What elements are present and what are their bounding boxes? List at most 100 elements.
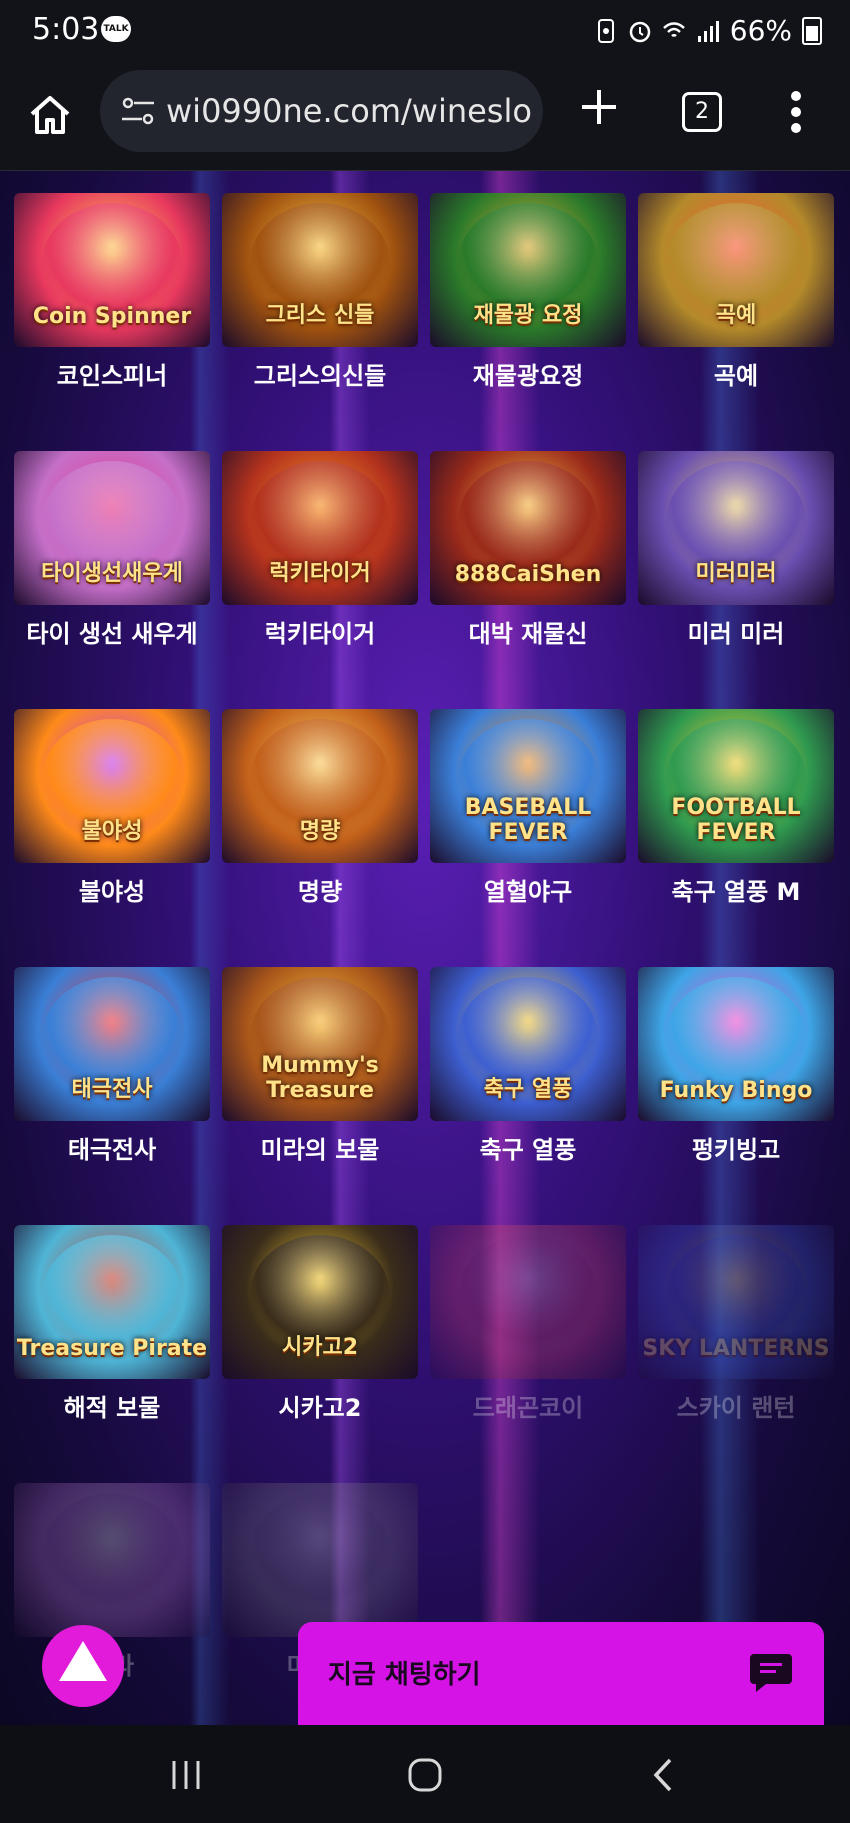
game-logo-text: 888CaiShen: [454, 562, 602, 587]
back-icon[interactable]: [644, 1755, 684, 1795]
game-title: 타이 생선 새우게: [26, 620, 198, 648]
url-text[interactable]: wi0990ne.com/wineslot: [166, 92, 532, 130]
battery-percent: 66%: [729, 14, 792, 47]
game-title: 불야성: [78, 878, 146, 906]
game-tile[interactable]: 태극전사 태극전사: [14, 967, 210, 1167]
chat-label: 지금 채팅하기: [328, 1660, 481, 1690]
game-title: 대박 재물신: [468, 620, 588, 648]
game-tile[interactable]: 축구 열풍 축구 열풍: [430, 967, 626, 1167]
game-title: 곡예: [713, 362, 759, 390]
alarm-icon: [629, 21, 651, 42]
game-title: 코인스피너: [56, 362, 168, 390]
new-tab-icon[interactable]: [578, 86, 620, 128]
game-thumbnail[interactable]: 축구 열풍: [430, 967, 626, 1121]
address-bar[interactable]: wi0990ne.com/wineslot: [100, 70, 543, 152]
game-title: 시카고2: [278, 1394, 362, 1422]
tab-switcher-button[interactable]: 2: [682, 92, 722, 132]
sync-icon: [597, 18, 614, 43]
game-thumbnail[interactable]: 명량: [222, 709, 418, 863]
game-title: 재물광요정: [472, 362, 584, 390]
game-thumbnail[interactable]: Funky Bingo: [638, 967, 834, 1121]
game-logo-text: 불야성: [81, 819, 143, 844]
game-logo-text: 축구 열풍: [483, 1077, 573, 1102]
recent-apps-icon[interactable]: [166, 1755, 206, 1795]
game-logo-text: 시카고2: [281, 1335, 359, 1360]
game-title: 해적 보물: [63, 1394, 161, 1422]
game-thumbnail[interactable]: [14, 1483, 210, 1637]
game-logo-text: 명량: [299, 819, 341, 844]
game-thumbnail[interactable]: 재물광 요정: [430, 193, 626, 347]
game-logo-text: Coin Spinner: [32, 304, 192, 329]
game-thumbnail[interactable]: 미러미러: [638, 451, 834, 605]
game-lobby: Coin Spinner 코인스피너 그리스 신들 그리스의신들 재물광 요정 재물광요정…: [0, 171, 850, 1725]
more-menu-icon[interactable]: [790, 90, 802, 134]
game-tile[interactable]: Treasure Pirate 해적 보물: [14, 1225, 210, 1425]
game-tile[interactable]: BASEBALL FEVER 열혈야구: [430, 709, 626, 909]
game-title: 그리스의신들: [253, 362, 387, 390]
game-thumbnail[interactable]: 불야성: [14, 709, 210, 863]
game-thumbnail[interactable]: 그리스 신들: [222, 193, 418, 347]
game-logo-text: 곡예: [715, 303, 757, 328]
game-logo-text: 그리스 신들: [265, 303, 375, 328]
game-tile[interactable]: FOOTBALL FEVER 축구 열풍 M: [638, 709, 834, 909]
game-logo-text: 타이생선새우게: [41, 561, 183, 586]
game-logo-text: 미러미러: [695, 561, 777, 586]
game-tile[interactable]: 명량 명량: [222, 709, 418, 909]
game-thumbnail[interactable]: 타이생선새우게: [14, 451, 210, 605]
game-thumbnail[interactable]: SKY LANTERNS: [638, 1225, 834, 1379]
browser-toolbar: wi0990ne.com/wineslot 2: [0, 64, 850, 171]
game-tile[interactable]: Mummy's Treasure 미라의 보물: [222, 967, 418, 1167]
game-logo-text: Treasure Pirate: [16, 1336, 208, 1361]
game-title: 축구 열풍 M: [671, 878, 801, 906]
game-tile[interactable]: 미러미러미러 미러: [638, 451, 834, 651]
status-time: 5:03: [32, 12, 100, 47]
game-thumbnail[interactable]: 태극전사: [14, 967, 210, 1121]
game-thumbnail[interactable]: 시카고2: [222, 1225, 418, 1379]
game-thumbnail[interactable]: FOOTBALL FEVER: [638, 709, 834, 863]
game-thumbnail[interactable]: Mummy's Treasure: [222, 967, 418, 1121]
game-title: 열혈야구: [483, 878, 573, 906]
chat-bubble-icon: [750, 1654, 792, 1692]
game-logo-text: Funky Bingo: [659, 1078, 813, 1103]
game-thumbnail[interactable]: 888CaiShen: [430, 451, 626, 605]
game-tile[interactable]: 시카고2 시카고2: [222, 1225, 418, 1425]
game-art: [250, 1493, 390, 1613]
game-tile[interactable]: Funky Bingo 펑키빙고: [638, 967, 834, 1167]
home-icon[interactable]: [26, 92, 74, 140]
game-tile[interactable]: 타이생선새우게타이 생선 새우게: [14, 451, 210, 651]
game-tile[interactable]: 그리스 신들그리스의신들: [222, 193, 418, 393]
game-thumbnail[interactable]: 곡예: [638, 193, 834, 347]
game-tile[interactable]: 드래곤코이: [430, 1225, 626, 1425]
game-tile[interactable]: 럭키타이거 럭키타이거: [222, 451, 418, 651]
live-chat-bar[interactable]: 지금 채팅하기: [298, 1622, 824, 1725]
game-tile[interactable]: 재물광 요정재물광요정: [430, 193, 626, 393]
home-nav-icon[interactable]: [405, 1755, 445, 1795]
game-tile[interactable]: 곡예 곡예: [638, 193, 834, 393]
game-title: 미러 미러: [687, 620, 785, 648]
game-thumbnail[interactable]: [430, 1225, 626, 1379]
system-nav-bar: [0, 1725, 850, 1823]
game-title: 펑키빙고: [691, 1136, 781, 1164]
kakaotalk-icon: TALK: [101, 16, 131, 42]
game-art: [458, 1235, 598, 1355]
site-settings-icon[interactable]: [120, 94, 156, 128]
game-tile[interactable]: SKY LANTERNS 스카이 랜턴: [638, 1225, 834, 1425]
game-title: 태극전사: [67, 1136, 157, 1164]
game-tile[interactable]: Coin Spinner 코인스피너: [14, 193, 210, 393]
game-logo-text: 태극전사: [71, 1077, 153, 1102]
game-art: [42, 1493, 182, 1613]
game-thumbnail[interactable]: 럭키타이거: [222, 451, 418, 605]
game-logo-text: 럭키타이거: [269, 561, 371, 586]
game-thumbnail[interactable]: BASEBALL FEVER: [430, 709, 626, 863]
battery-icon: [802, 16, 822, 45]
game-title: 드래곤코이: [472, 1394, 584, 1422]
game-tile[interactable]: 불야성 불야성: [14, 709, 210, 909]
game-title: 럭키타이거: [264, 620, 376, 648]
status-bar: 5:03 TALK 66%: [0, 0, 850, 64]
game-thumbnail[interactable]: Coin Spinner: [14, 193, 210, 347]
signal-icon: [697, 20, 719, 42]
game-tile[interactable]: 888CaiShen 대박 재물신: [430, 451, 626, 651]
game-thumbnail[interactable]: Treasure Pirate: [14, 1225, 210, 1379]
game-thumbnail[interactable]: [222, 1483, 418, 1637]
scroll-top-button[interactable]: [42, 1625, 124, 1707]
